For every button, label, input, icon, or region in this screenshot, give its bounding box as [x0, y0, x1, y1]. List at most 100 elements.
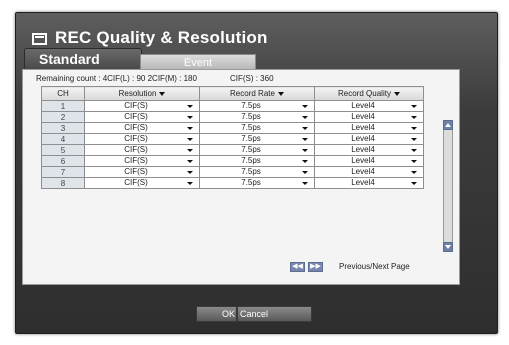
ok-button[interactable]: OK [196, 306, 237, 322]
scroll-down-icon[interactable] [443, 242, 453, 252]
channel-number: 2 [41, 111, 85, 123]
dropdown-arrow-icon[interactable] [302, 160, 308, 163]
resolution-value: CIF(S) [124, 112, 148, 121]
resolution-select[interactable]: CIF(S) [84, 155, 200, 167]
record-rate-select[interactable]: 7.5ps [199, 177, 315, 189]
record-quality-value: Level4 [351, 178, 375, 187]
record-quality-value: Level4 [351, 112, 375, 121]
tab-event[interactable]: Event [140, 54, 256, 69]
dropdown-arrow-icon[interactable] [302, 127, 308, 130]
dropdown-arrow-icon[interactable] [187, 149, 193, 152]
record-rate-value: 7.5ps [241, 156, 261, 165]
resolution-select[interactable]: CIF(S) [84, 144, 200, 156]
record-quality-value: Level4 [351, 134, 375, 143]
record-quality-select[interactable]: Level4 [314, 100, 424, 112]
dropdown-arrow-icon[interactable] [302, 149, 308, 152]
resolution-select[interactable]: CIF(S) [84, 100, 200, 112]
resolution-value: CIF(S) [124, 167, 148, 176]
resolution-select[interactable]: CIF(S) [84, 177, 200, 189]
channel-number: 5 [41, 144, 85, 156]
table-row: 4 CIF(S) 7.5ps Level4 [41, 133, 424, 145]
dropdown-arrow-icon[interactable] [411, 127, 417, 130]
record-rate-value: 7.5ps [241, 145, 261, 154]
header-ch: CH [41, 86, 85, 101]
record-rate-select[interactable]: 7.5ps [199, 144, 315, 156]
record-rate-select[interactable]: 7.5ps [199, 133, 315, 145]
channel-number: 6 [41, 155, 85, 167]
record-quality-select[interactable]: Level4 [314, 144, 424, 156]
record-quality-select[interactable]: Level4 [314, 166, 424, 178]
record-rate-value: 7.5ps [241, 167, 261, 176]
record-rate-select[interactable]: 7.5ps [199, 100, 315, 112]
channel-table: CH Resolution Record Rate Record Quality… [41, 86, 424, 189]
dropdown-arrow-icon[interactable] [302, 171, 308, 174]
record-rate-value: 7.5ps [241, 134, 261, 143]
record-quality-select[interactable]: Level4 [314, 155, 424, 167]
dropdown-arrow-icon[interactable] [187, 127, 193, 130]
dropdown-arrow-icon[interactable] [187, 116, 193, 119]
record-quality-value: Level4 [351, 101, 375, 110]
tab-standard[interactable]: Standard [24, 48, 142, 68]
dropdown-arrow-icon[interactable] [411, 171, 417, 174]
channel-number: 8 [41, 177, 85, 189]
header-ch-label: CH [57, 89, 69, 98]
record-quality-value: Level4 [351, 123, 375, 132]
dropdown-arrow-icon[interactable] [411, 116, 417, 119]
record-rate-select[interactable]: 7.5ps [199, 166, 315, 178]
resolution-select[interactable]: CIF(S) [84, 122, 200, 134]
record-rate-select[interactable]: 7.5ps [199, 155, 315, 167]
dropdown-arrow-icon[interactable] [187, 138, 193, 141]
header-resolution[interactable]: Resolution [84, 86, 200, 101]
table-row: 8 CIF(S) 7.5ps Level4 [41, 177, 424, 189]
dropdown-arrow-icon[interactable] [302, 182, 308, 185]
dropdown-arrow-icon[interactable] [187, 182, 193, 185]
fast-forward-icon: ▶▶ [310, 263, 321, 270]
record-rate-select[interactable]: 7.5ps [199, 111, 315, 123]
resolution-select[interactable]: CIF(S) [84, 111, 200, 123]
cancel-button[interactable]: Cancel [237, 306, 312, 322]
record-quality-select[interactable]: Level4 [314, 111, 424, 123]
sort-down-icon[interactable] [277, 91, 284, 96]
resolution-select[interactable]: CIF(S) [84, 133, 200, 145]
resolution-value: CIF(S) [124, 123, 148, 132]
table-row: 7 CIF(S) 7.5ps Level4 [41, 166, 424, 178]
sort-down-icon[interactable] [393, 91, 400, 96]
record-quality-value: Level4 [351, 145, 375, 154]
dropdown-arrow-icon[interactable] [411, 149, 417, 152]
dropdown-arrow-icon[interactable] [187, 171, 193, 174]
dropdown-arrow-icon[interactable] [411, 160, 417, 163]
record-quality-select[interactable]: Level4 [314, 177, 424, 189]
record-quality-select[interactable]: Level4 [314, 133, 424, 145]
remaining-count: Remaining count : 4CIF(L) : 90 2CIF(M) :… [36, 74, 274, 83]
record-rate-value: 7.5ps [241, 101, 261, 110]
resolution-value: CIF(S) [124, 178, 148, 187]
dropdown-arrow-icon[interactable] [187, 160, 193, 163]
record-rate-value: 7.5ps [241, 178, 261, 187]
record-quality-value: Level4 [351, 156, 375, 165]
sort-down-icon[interactable] [159, 91, 166, 96]
dropdown-arrow-icon[interactable] [411, 182, 417, 185]
resolution-value: CIF(S) [124, 134, 148, 143]
dropdown-arrow-icon[interactable] [411, 138, 417, 141]
table-header-row: CH Resolution Record Rate Record Quality [41, 86, 424, 101]
channel-number: 3 [41, 122, 85, 134]
record-quality-select[interactable]: Level4 [314, 122, 424, 134]
record-rate-select[interactable]: 7.5ps [199, 122, 315, 134]
dropdown-arrow-icon[interactable] [302, 105, 308, 108]
dropdown-arrow-icon[interactable] [302, 138, 308, 141]
dropdown-arrow-icon[interactable] [302, 116, 308, 119]
remaining-cif-text: CIF(S) : 360 [229, 74, 274, 83]
previous-page-button[interactable]: ◀◀ [290, 262, 305, 272]
header-record-quality[interactable]: Record Quality [314, 86, 424, 101]
header-record-rate[interactable]: Record Rate [199, 86, 315, 101]
resolution-value: CIF(S) [124, 156, 148, 165]
channel-number: 7 [41, 166, 85, 178]
next-page-button[interactable]: ▶▶ [308, 262, 323, 272]
dropdown-arrow-icon[interactable] [411, 105, 417, 108]
resolution-select[interactable]: CIF(S) [84, 166, 200, 178]
table-scrollbar[interactable] [443, 120, 453, 252]
dropdown-arrow-icon[interactable] [187, 105, 193, 108]
record-quality-value: Level4 [351, 167, 375, 176]
scroll-up-icon[interactable] [443, 120, 453, 130]
resolution-value: CIF(S) [124, 145, 148, 154]
